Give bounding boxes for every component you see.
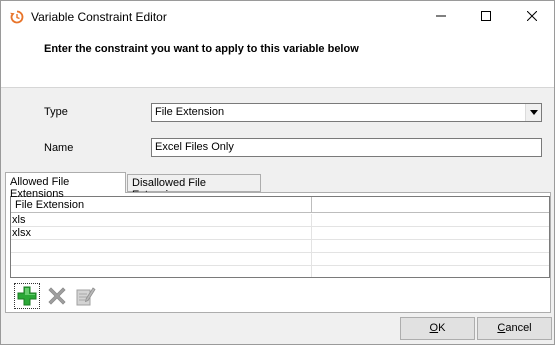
window-title: Variable Constraint Editor [31,10,167,24]
tab-disallowed-file-extensions[interactable]: Disallowed File Extensions [127,174,261,201]
type-dropdown-value: File Extension [155,106,225,118]
table-cell[interactable] [312,266,549,277]
file-extension-grid[interactable]: File Extension xls xlsx [10,196,550,278]
title-bar[interactable]: Variable Constraint Editor [1,1,554,32]
tab-allowed-file-extensions[interactable]: Allowed File Extensions [5,172,126,200]
cancel-button[interactable]: Cancel [477,317,552,340]
table-row[interactable]: xls [11,214,549,227]
table-cell[interactable] [312,214,549,227]
maximize-button[interactable] [463,1,508,31]
close-icon [526,11,537,21]
edit-icon [76,287,96,306]
table-cell[interactable] [312,240,549,253]
type-label: Type [44,106,68,118]
minimize-button[interactable] [418,1,463,31]
grid-toolbar [10,283,550,311]
ok-button-label: K [438,322,446,334]
add-button[interactable] [14,283,40,309]
table-row[interactable] [11,240,549,253]
table-cell[interactable] [312,227,549,240]
ok-button-mnemonic: O [429,322,439,334]
remove-button[interactable] [44,283,70,309]
name-input-value: Excel Files Only [155,141,234,153]
table-cell[interactable]: xls [11,214,312,227]
cancel-button-label: ancel [505,322,532,334]
tab-panel: File Extension xls xlsx [5,192,551,313]
table-row[interactable]: xlsx [11,227,549,240]
grid-header: File Extension [11,197,549,213]
table-cell[interactable] [11,253,312,266]
close-button[interactable] [509,1,554,31]
add-icon [17,286,37,306]
maximize-icon [480,11,491,21]
name-input[interactable]: Excel Files Only [151,138,542,157]
ok-button[interactable]: OK [400,317,475,340]
table-row[interactable] [11,266,549,277]
dropdown-arrow-icon[interactable] [525,104,541,121]
dialog-window: Variable Constraint Editor Enter the con… [0,0,555,345]
minimize-icon [435,15,446,17]
remove-icon [48,287,66,305]
table-cell[interactable]: xlsx [11,227,312,240]
dialog-header: Enter the constraint you want to apply t… [1,32,554,88]
table-row[interactable] [11,253,549,266]
table-cell[interactable] [11,240,312,253]
column-header-empty [312,197,549,213]
edit-button[interactable] [72,283,98,309]
table-cell[interactable] [312,253,549,266]
instruction-text: Enter the constraint you want to apply t… [44,43,359,55]
table-cell[interactable] [11,266,312,277]
app-refresh-icon [9,9,25,25]
type-dropdown[interactable]: File Extension [151,103,542,122]
name-label: Name [44,142,74,154]
